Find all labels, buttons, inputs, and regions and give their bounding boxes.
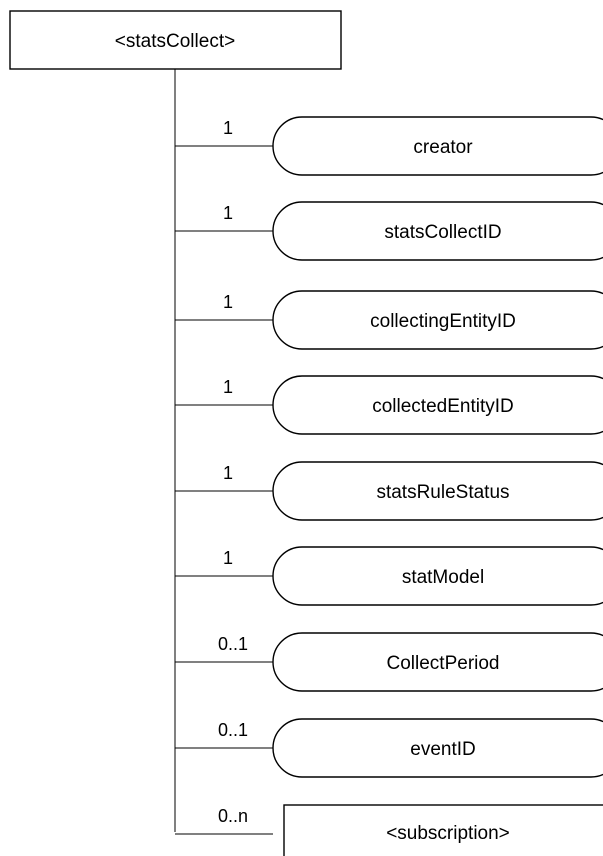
attribute-label: CollectPeriod — [387, 653, 500, 674]
child-node: 1 collectedEntityID — [175, 375, 603, 435]
attribute-label: statsCollectID — [384, 222, 501, 243]
child-node: 1 collectingEntityID — [175, 290, 603, 350]
cardinality-label: 1 — [223, 118, 233, 138]
attribute-label: creator — [413, 137, 473, 158]
child-node: 1 statsCollectID — [175, 201, 603, 261]
cardinality-label: 0..1 — [218, 720, 248, 740]
cardinality-label: 1 — [223, 377, 233, 397]
child-node: 1 statModel — [175, 546, 603, 606]
attribute-label: statModel — [402, 567, 484, 588]
cardinality-label: 0..n — [218, 806, 248, 826]
attribute-label: collectingEntityID — [370, 311, 516, 332]
child-node: 1 creator — [175, 116, 603, 176]
cardinality-label: 1 — [223, 203, 233, 223]
attribute-label: statsRuleStatus — [376, 482, 509, 503]
cardinality-label: 1 — [223, 548, 233, 568]
child-node: 1 statsRuleStatus — [175, 461, 603, 521]
child-resource-label: <subscription> — [386, 823, 510, 844]
attribute-label: eventID — [410, 739, 475, 760]
cardinality-label: 1 — [223, 292, 233, 312]
child-nodes: 1 creator 1 statsCollectID 1 collectingEntity… — [175, 116, 603, 856]
child-node: 0..1 CollectPeriod — [175, 632, 603, 692]
resource-diagram: <statsCollect> 1 creator 1 statsCollectID 1 c… — [9, 10, 603, 856]
child-node: 0..1 eventID — [175, 718, 603, 778]
root-resource-label: <statsCollect> — [115, 31, 235, 52]
cardinality-label: 0..1 — [218, 634, 248, 654]
attribute-label: collectedEntityID — [372, 396, 514, 417]
child-node: 0..n <subscription> — [175, 804, 603, 856]
cardinality-label: 1 — [223, 463, 233, 483]
root-resource-node: <statsCollect> — [9, 10, 342, 70]
